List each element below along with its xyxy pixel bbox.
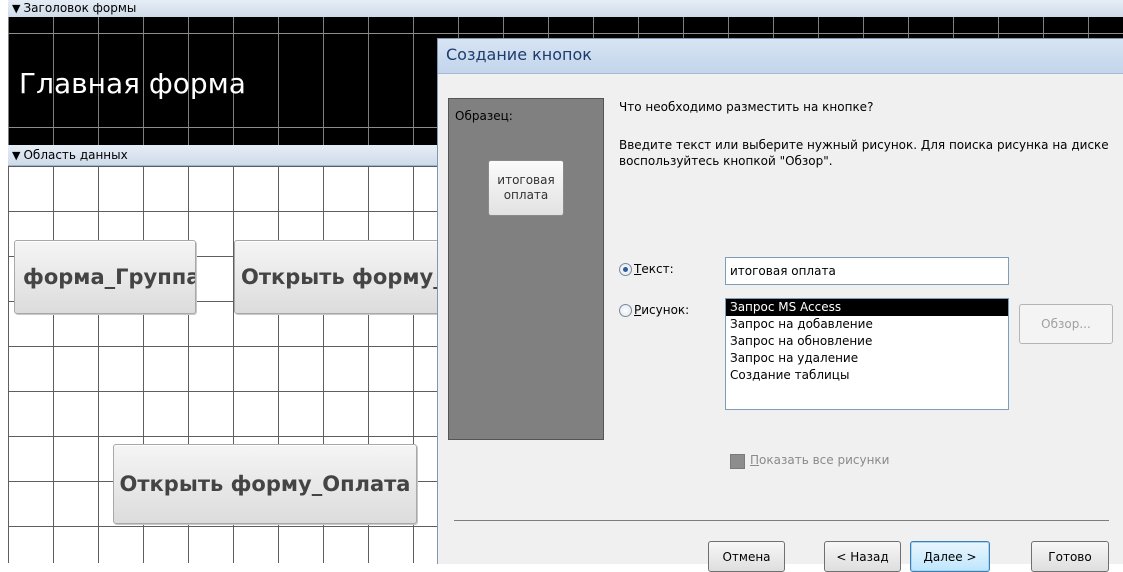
list-item[interactable]: Запрос на удаление [726,350,1008,367]
dialog-title: Создание кнопок [446,45,592,64]
next-button[interactable]: Далее > [910,541,990,572]
picture-list[interactable]: Запрос MS Access Запрос на добавление За… [725,298,1009,410]
form-button-group[interactable]: форма_Группа [14,240,196,314]
form-button-open-form[interactable]: Открыть форму_С [234,240,444,314]
cancel-button[interactable]: Отмена [708,541,785,572]
show-all-pictures-checkbox[interactable] [730,454,745,469]
dialog-titlebar[interactable]: Создание кнопок [438,39,1123,74]
form-button-open-payment[interactable]: Открыть форму_Оплата [113,444,417,524]
sample-button-preview: итоговая оплата [488,160,564,216]
sample-panel: Образец: итоговая оплата [448,98,604,440]
form-button-open-form-label: Открыть форму_С [241,265,444,289]
form-title-label[interactable]: Главная форма [19,67,246,100]
detail-section-label: Область данных [23,148,128,162]
show-all-pictures-label: Показать все рисунки [750,453,889,467]
list-item[interactable]: Запрос на добавление [726,316,1008,333]
text-radio[interactable] [619,263,632,276]
question-text: Что необходимо разместить на кнопке? [619,100,874,114]
show-all-hotkey: П [750,453,760,467]
back-button[interactable]: < Назад [824,541,901,572]
button-text-input[interactable]: итоговая оплата [725,257,1009,285]
text-radio-label[interactable]: Текст: [634,262,674,276]
list-item[interactable]: Запрос на обновление [726,333,1008,350]
sample-label: Образец: [455,109,513,123]
finish-button[interactable]: Готово [1031,541,1109,572]
section-arrow-icon: ▼ [12,149,21,162]
instruction-text: Введите текст или выберите нужный рисуно… [619,138,1109,168]
picture-radio-label[interactable]: Рисунок: [634,303,689,317]
show-all-label-rest: оказать все рисунки [759,453,890,467]
list-item[interactable]: Создание таблицы [726,367,1008,384]
picture-radio-label-rest: исунок: [641,303,690,317]
list-item[interactable]: Запрос MS Access [726,299,1008,316]
form-header-section-bar[interactable]: ▼ Заголовок формы [8,0,1123,18]
browse-button[interactable]: Обзор... [1019,304,1113,344]
picture-radio[interactable] [619,304,632,317]
section-arrow-icon: ▼ [12,2,21,15]
form-button-open-payment-label: Открыть форму_Оплата [119,472,411,496]
dialog-divider [454,520,1109,521]
command-button-wizard-dialog: Создание кнопок Образец: итоговая оплата… [437,38,1123,572]
dialog-body: Образец: итоговая оплата Что необходимо … [438,74,1123,572]
text-radio-label-rest: екст: [641,262,674,276]
form-header-section-label: Заголовок формы [23,1,137,15]
form-button-group-label: форма_Группа [23,265,196,289]
